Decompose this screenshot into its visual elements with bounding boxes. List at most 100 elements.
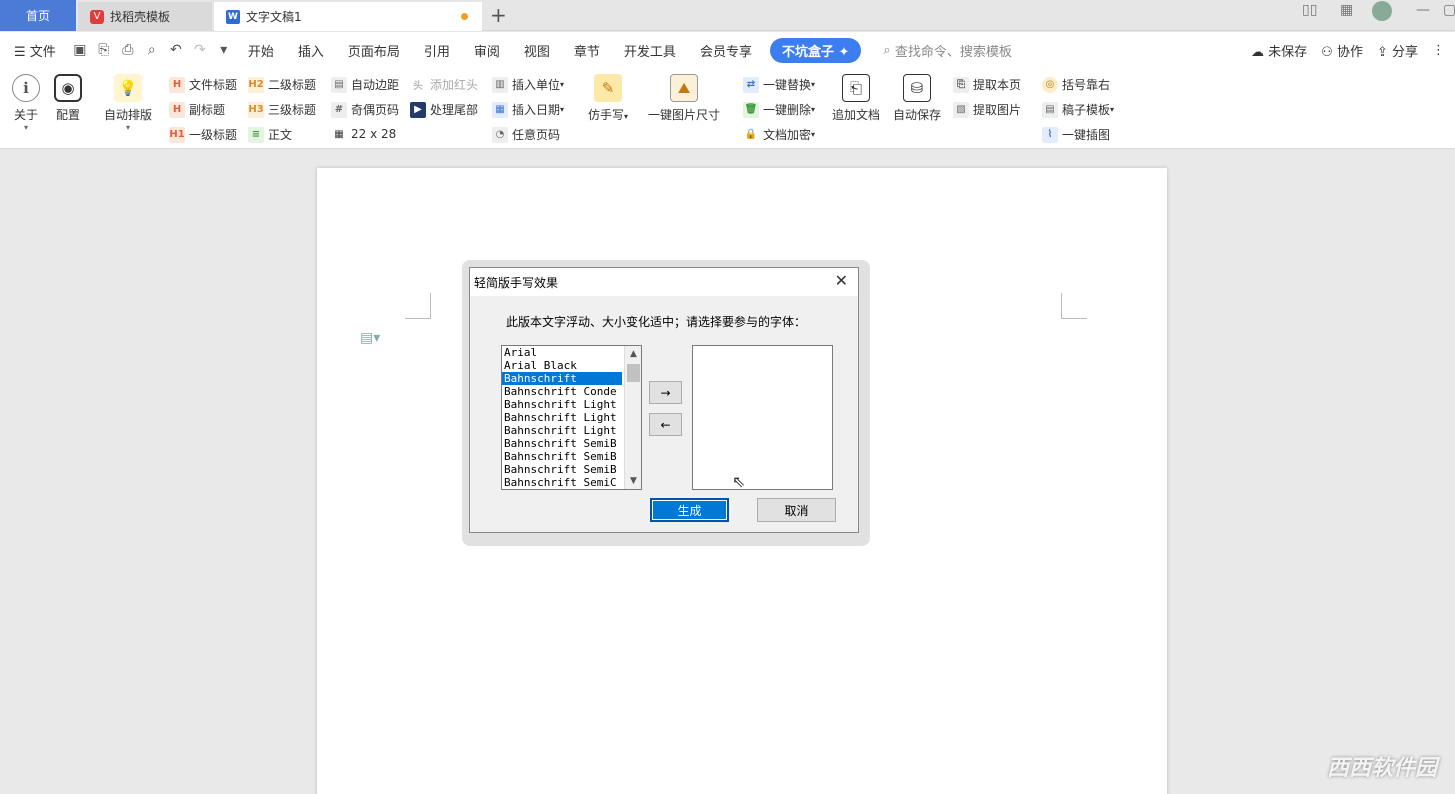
heading-icon: H: [169, 76, 185, 93]
body-text-button[interactable]: ≡ 正文: [248, 126, 292, 143]
tab-chapter[interactable]: 章节: [562, 41, 612, 60]
export-icon[interactable]: ⎘: [95, 41, 113, 59]
save-disk-icon: ⛁: [903, 74, 931, 102]
insert-date-button[interactable]: ▦ 插入日期 ▾: [492, 101, 564, 118]
tab-review[interactable]: 审阅: [462, 41, 512, 60]
file-menu[interactable]: ☰ 文件: [0, 41, 68, 60]
unsaved-button[interactable]: ☁ 未保存: [1251, 41, 1307, 60]
auto-margin-button[interactable]: ▤ 自动边距: [331, 76, 399, 93]
print-preview-icon[interactable]: ⌕: [143, 41, 161, 59]
h2-button[interactable]: H2 二级标题: [248, 76, 316, 93]
subtitle-button[interactable]: H 副标题: [169, 101, 225, 118]
font-list-item[interactable]: Arial: [502, 346, 622, 359]
extract-image-button[interactable]: ▧ 提取图片: [953, 101, 1021, 118]
avatar[interactable]: [1372, 1, 1392, 21]
tab-member[interactable]: 会员专享: [688, 41, 764, 60]
font-list-item[interactable]: Bahnschrift SemiB: [502, 437, 622, 450]
extract-image-label: 提取图片: [973, 103, 1022, 117]
add-font-button[interactable]: →: [649, 381, 682, 404]
tab-view[interactable]: 视图: [512, 41, 562, 60]
append-doc-button[interactable]: ⎗ 追加文档: [832, 74, 880, 123]
red-header-icon: 头: [413, 81, 423, 92]
draft-template-button[interactable]: ▤ 稿子模板 ▾: [1042, 101, 1114, 118]
tab-document[interactable]: W 文字文稿1: [214, 2, 482, 31]
one-click-img-size-button[interactable]: ⛰ 一键图片尺寸: [648, 74, 720, 123]
scroll-up-icon[interactable]: ▲: [625, 346, 641, 362]
doc-title-button[interactable]: H 文件标题: [169, 76, 237, 93]
config-button[interactable]: ◉ 配置: [54, 74, 82, 123]
search-box[interactable]: ⌕ 查找命令、搜索模板: [883, 41, 1011, 60]
imitate-handwriting-label: 仿手写: [588, 108, 625, 122]
insert-unit-button[interactable]: ▥ 插入单位 ▾: [492, 76, 564, 93]
layout-icon[interactable]: ▯▯: [1302, 2, 1317, 18]
undo-icon[interactable]: ↶: [167, 41, 185, 59]
selected-fonts-listbox[interactable]: [692, 345, 833, 490]
font-list-item[interactable]: Bahnschrift: [502, 372, 622, 385]
grid-apps-icon[interactable]: ▦: [1340, 2, 1353, 18]
h1-button[interactable]: H1 一级标题: [169, 126, 237, 143]
odd-even-page-button[interactable]: # 奇偶页码: [331, 101, 399, 118]
h1-label: 一级标题: [189, 128, 238, 142]
tab-start[interactable]: 开始: [236, 41, 286, 60]
font-list-item[interactable]: Bahnschrift Conde: [502, 385, 622, 398]
close-icon[interactable]: ✕: [835, 271, 848, 290]
font-list-item[interactable]: Bahnschrift SemiB: [502, 450, 622, 463]
redo-icon[interactable]: ↷: [191, 41, 209, 59]
doc-encrypt-button[interactable]: 🔒 文档加密 ▾: [743, 126, 815, 143]
trash-icon: 🗑: [743, 101, 759, 118]
minimize-icon[interactable]: —: [1416, 2, 1430, 18]
append-doc-label: 追加文档: [832, 108, 881, 122]
scroll-down-icon[interactable]: ▼: [625, 473, 641, 489]
remove-font-button[interactable]: ←: [649, 413, 682, 436]
one-click-img-size-label: 一键图片尺寸: [648, 108, 721, 122]
cancel-button[interactable]: 取消: [757, 498, 836, 522]
font-list-item[interactable]: Bahnschrift Light: [502, 411, 622, 424]
process-tail-icon: ▶: [410, 101, 426, 118]
font-listbox[interactable]: Arial Arial Black Bahnschrift Bahnschrift C…: [501, 345, 642, 490]
chevron-down-icon[interactable]: ▾: [215, 41, 233, 59]
font-list-item[interactable]: Bahnschrift SemiB: [502, 463, 622, 476]
one-click-replace-button[interactable]: ⇄ 一键替换 ▾: [743, 76, 815, 93]
tab-bar: 首页 V 找稻壳模板 W 文字文稿1 + ▯▯ ▦ — ▢: [0, 0, 1455, 31]
auto-layout-button[interactable]: 💡 自动排版 ▾: [104, 74, 152, 132]
font-list-item[interactable]: Arial Black: [502, 359, 622, 372]
font-list-item[interactable]: Bahnschrift Light: [502, 424, 622, 437]
about-button[interactable]: ℹ 关于 ▾: [12, 74, 40, 132]
bracket-right-button[interactable]: ◎ 括号靠右: [1042, 76, 1110, 93]
font-list-item[interactable]: Bahnschrift SemiC: [502, 476, 622, 489]
print-icon[interactable]: ⎙: [119, 41, 137, 59]
save-icon[interactable]: ▣: [71, 41, 89, 59]
one-click-delete-button[interactable]: 🗑 一键删除 ▾: [743, 101, 815, 118]
share-button[interactable]: ⇪ 分享: [1377, 41, 1418, 60]
more-icon[interactable]: ⋮: [1432, 43, 1445, 58]
tab-developer[interactable]: 开发工具: [612, 41, 688, 60]
paste-options-icon[interactable]: ▤▾: [360, 330, 380, 346]
grid-size-button[interactable]: ▦ 22 x 28: [331, 126, 396, 142]
tab-reference[interactable]: 引用: [412, 41, 462, 60]
tab-insert[interactable]: 插入: [286, 41, 336, 60]
extract-page-button[interactable]: ⎘ 提取本页: [953, 76, 1021, 93]
tab-template[interactable]: V 找稻壳模板: [78, 2, 212, 31]
tab-bukeng-box[interactable]: 不坑盒子 ✦: [769, 37, 862, 63]
collab-button[interactable]: ⚇ 协作: [1321, 41, 1363, 60]
tab-home[interactable]: 首页: [0, 0, 76, 31]
tab-page-layout[interactable]: 页面布局: [336, 41, 412, 60]
add-red-header-button[interactable]: 头添加红头: [410, 76, 478, 93]
lock-icon: 🔒: [744, 129, 758, 140]
new-tab-button[interactable]: +: [490, 3, 507, 27]
chevron-down-icon: ▾: [1110, 105, 1115, 114]
h3-button[interactable]: H3 三级标题: [248, 101, 316, 118]
imitate-handwriting-button[interactable]: ✎ 仿手写▾: [588, 74, 628, 123]
scrollbar-thumb[interactable]: [627, 364, 640, 382]
chevron-down-icon: ▾: [811, 80, 816, 89]
font-list-item[interactable]: Bahnschrift Light: [502, 398, 622, 411]
process-tail-button[interactable]: ▶ 处理尾部: [410, 101, 478, 118]
add-arrow-label: →: [660, 385, 671, 400]
maximize-icon[interactable]: ▢: [1443, 2, 1455, 18]
generate-button[interactable]: 生成: [650, 498, 729, 522]
any-page-num-button[interactable]: ◔ 任意页码: [492, 126, 560, 143]
right-actions: ☁ 未保存 ⚇ 协作 ⇪ 分享 ⋮: [1251, 32, 1445, 68]
auto-save-button[interactable]: ⛁ 自动保存: [893, 74, 941, 123]
scrollbar[interactable]: ▲ ▼: [624, 346, 641, 489]
one-click-illustration-button[interactable]: ⌇ 一键插图: [1042, 126, 1110, 143]
